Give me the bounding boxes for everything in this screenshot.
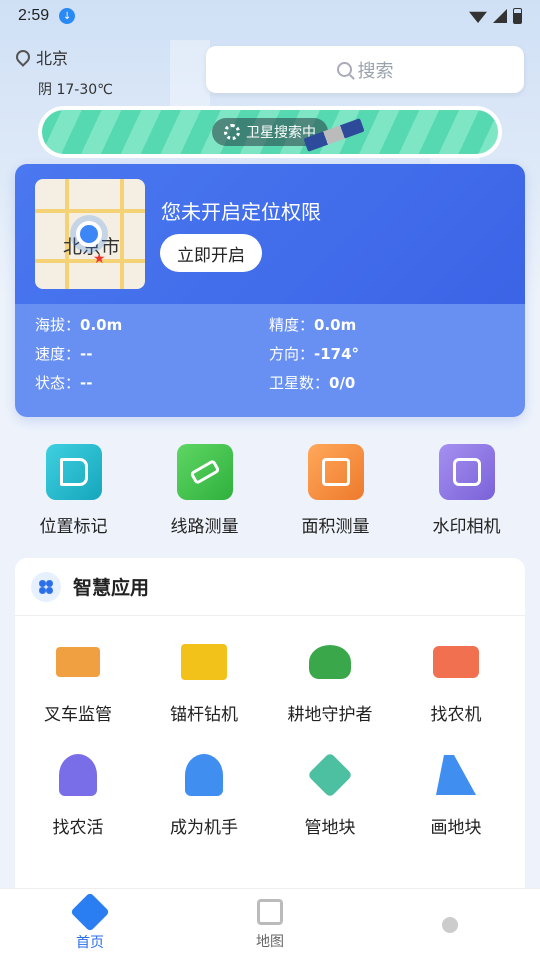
capital-star-icon: ★ bbox=[93, 251, 106, 267]
app-find-farmwork[interactable]: 找农活 bbox=[15, 747, 141, 838]
stat-status: 状态：-- bbox=[35, 374, 93, 392]
enable-location-button[interactable]: 立即开启 bbox=[160, 234, 262, 272]
location-card: 北京市 ★ 您未开启定位权限 立即开启 海拔：0.0m 精度：0.0m 速度：-… bbox=[15, 164, 525, 417]
search-placeholder: 搜索 bbox=[357, 60, 394, 82]
quick-tools: 位置标记 线路测量 面积测量 水印相机 bbox=[8, 444, 532, 537]
farmland-icon bbox=[302, 634, 358, 690]
app-excavator[interactable]: 锚杆钻机 bbox=[141, 634, 267, 725]
tool-label: 位置标记 bbox=[39, 517, 108, 537]
app-find-machinery[interactable]: 找农机 bbox=[393, 634, 519, 725]
permission-message: 您未开启定位权限 bbox=[161, 200, 321, 224]
app-become-operator[interactable]: 成为机手 bbox=[141, 747, 267, 838]
app-forklift[interactable]: 叉车监管 bbox=[15, 634, 141, 725]
section-title: 智慧应用 bbox=[73, 577, 150, 599]
current-location-icon bbox=[76, 221, 102, 247]
stat-accuracy: 精度：0.0m bbox=[269, 316, 357, 334]
status-time: 2:59 bbox=[18, 7, 50, 24]
tool-label: 水印相机 bbox=[432, 517, 501, 537]
clover-icon bbox=[39, 579, 53, 594]
stat-altitude: 海拔：0.0m bbox=[35, 316, 123, 334]
download-icon: ↓ bbox=[59, 8, 76, 24]
tractor-icon bbox=[428, 634, 484, 690]
area-icon bbox=[307, 444, 364, 500]
tool-line-measure[interactable]: 线路测量 bbox=[139, 444, 270, 537]
flag-icon bbox=[45, 444, 102, 500]
app-label: 画地块 bbox=[430, 818, 482, 838]
nav-label: 首页 bbox=[76, 934, 104, 951]
farmer-icon bbox=[50, 747, 106, 803]
driver-icon bbox=[176, 747, 232, 803]
weather-text: 阴 17-30℃ bbox=[38, 82, 113, 98]
status-bar: 2:59 ↓ bbox=[0, 0, 540, 32]
camera-icon bbox=[438, 444, 495, 500]
city-name: 北京 bbox=[36, 49, 69, 68]
nav-home[interactable]: 首页 bbox=[0, 889, 180, 960]
loading-spinner-icon bbox=[224, 124, 240, 140]
satellite-status-bar: 卫星搜索中 bbox=[38, 106, 502, 158]
smart-apps-panel: 智慧应用 叉车监管 锚杆钻机 耕地守护者 找农机 找农活 成为机手 管地块 画地… bbox=[15, 558, 525, 918]
app-manage-plot[interactable]: 管地块 bbox=[267, 747, 393, 838]
app-label: 找农机 bbox=[430, 705, 482, 725]
stat-speed: 速度：-- bbox=[35, 345, 93, 363]
app-label: 成为机手 bbox=[170, 818, 238, 838]
wifi-icon bbox=[469, 11, 487, 23]
signal-icon bbox=[493, 9, 507, 23]
draw-plot-icon bbox=[428, 747, 484, 803]
home-icon bbox=[70, 891, 110, 932]
app-label: 耕地守护者 bbox=[287, 705, 373, 725]
ruler-icon bbox=[176, 444, 233, 500]
nav-profile[interactable] bbox=[360, 889, 540, 960]
plot-icon bbox=[302, 747, 358, 803]
app-farmland-guardian[interactable]: 耕地守护者 bbox=[267, 634, 393, 725]
app-draw-plot[interactable]: 画地块 bbox=[393, 747, 519, 838]
location-pin-icon bbox=[13, 47, 33, 67]
map-thumbnail[interactable]: 北京市 ★ bbox=[35, 179, 145, 289]
stat-direction: 方向：-174° bbox=[269, 345, 360, 363]
tool-area-measure[interactable]: 面积测量 bbox=[270, 444, 401, 537]
search-icon bbox=[336, 62, 352, 77]
apps-badge bbox=[31, 571, 61, 602]
search-input[interactable]: 搜索 bbox=[206, 46, 524, 93]
forklift-icon bbox=[50, 634, 106, 690]
user-icon bbox=[442, 916, 458, 933]
app-label: 找农活 bbox=[52, 818, 104, 838]
tool-label: 线路测量 bbox=[170, 517, 239, 537]
gps-stats: 海拔：0.0m 精度：0.0m 速度：-- 方向：-174° 状态：-- 卫星数… bbox=[35, 314, 505, 393]
bottom-nav: 首页 地图 bbox=[0, 888, 540, 960]
tool-location-mark[interactable]: 位置标记 bbox=[8, 444, 139, 537]
app-label: 管地块 bbox=[304, 818, 356, 838]
excavator-icon bbox=[176, 634, 232, 690]
app-label: 叉车监管 bbox=[44, 705, 112, 725]
location-info[interactable]: 北京 阴 17-30℃ bbox=[13, 45, 113, 99]
app-label: 锚杆钻机 bbox=[170, 705, 238, 725]
map-icon bbox=[257, 898, 283, 925]
battery-icon bbox=[513, 8, 522, 24]
nav-label: 地图 bbox=[256, 933, 284, 950]
tool-watermark-camera[interactable]: 水印相机 bbox=[401, 444, 532, 537]
stat-satellites: 卫星数：0/0 bbox=[269, 374, 356, 392]
nav-map[interactable]: 地图 bbox=[180, 889, 360, 960]
tool-label: 面积测量 bbox=[301, 517, 370, 537]
